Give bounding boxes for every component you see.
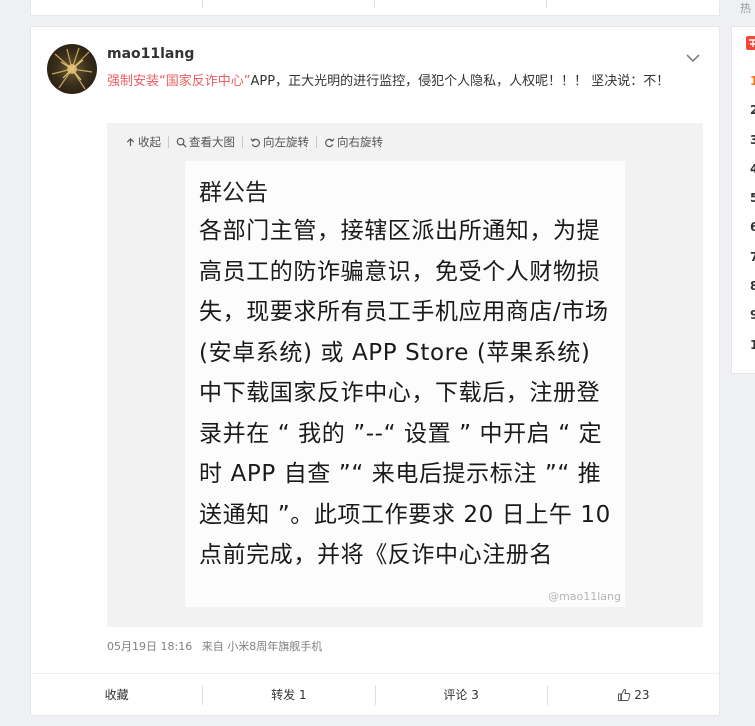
topic-link[interactable]: “国家反诈中心”	[159, 74, 250, 89]
comment-label: 评论 3	[443, 688, 479, 702]
post-meta: 05月19日 18:16 来自 小米8周年旗舰手机	[107, 638, 322, 654]
collapse-label: 收起	[138, 135, 161, 149]
hot-rank[interactable]: 4	[750, 155, 755, 184]
notice-title: 群公告	[199, 180, 268, 206]
hot-list: 1 2 3 4 5 6 7 8 9 1	[750, 67, 755, 360]
favorite-label: 收藏	[104, 688, 129, 702]
hot-list-sidebar: 1 2 3 4 5 6 7 8 9 1	[731, 26, 755, 374]
rotate-right-button[interactable]: 向右旋转	[324, 134, 383, 150]
view-large-button[interactable]: 查看大图	[176, 134, 235, 150]
post-card: mao11lang 强制安装“国家反诈中心”APP，正大光明的进行监控，侵犯个人…	[30, 26, 720, 716]
hot-rank[interactable]: 8	[750, 272, 755, 301]
hot-list-icon	[746, 35, 755, 50]
collapse-button[interactable]: 收起	[125, 134, 161, 150]
toolbar-divider	[316, 136, 317, 148]
avatar[interactable]	[47, 44, 97, 94]
rotate-left-icon	[250, 137, 260, 147]
topic-link[interactable]: 强制安装	[107, 74, 159, 89]
notice-image[interactable]: 群公告 各部门主管，接辖区派出所通知，为提高员工的防诈骗意识，免受个人财物损失，…	[185, 161, 625, 607]
hot-rank[interactable]: 5	[750, 184, 755, 213]
rotate-left-button[interactable]: 向左旋转	[250, 134, 309, 150]
view-large-label: 查看大图	[189, 135, 235, 149]
chevron-down-icon[interactable]	[685, 49, 701, 63]
media-toolbar: 收起 查看大图 向左旋转 向右旋转	[125, 133, 383, 151]
notice-body: 各部门主管，接辖区派出所通知，为提高员工的防诈骗意识，免受个人财物损失，现要求所…	[199, 218, 611, 568]
post-text-body: APP，正大光明的进行监控，侵犯个人隐私，人权呢！！！ 坚决说：不！	[250, 74, 670, 89]
comment-button[interactable]: 评论 3	[376, 684, 548, 705]
username[interactable]: mao11lang	[107, 46, 194, 62]
hot-rank[interactable]: 7	[750, 243, 755, 272]
hot-rank[interactable]: 2	[750, 96, 755, 125]
thumbs-up-icon	[618, 688, 631, 701]
like-count: 23	[634, 687, 650, 702]
watermark: @mao11lang	[548, 590, 621, 603]
repost-label: 转发 1	[271, 688, 307, 702]
source-prefix: 来自	[201, 640, 224, 653]
search-icon	[176, 137, 187, 148]
source-device[interactable]: 小米8周年旗舰手机	[227, 640, 322, 653]
favorite-button[interactable]: 收藏	[31, 684, 204, 705]
previous-card-stub	[30, 0, 720, 16]
hot-rank[interactable]: 1	[750, 67, 755, 96]
side-stub-text: 热	[740, 2, 751, 15]
hot-rank[interactable]: 3	[750, 126, 755, 155]
media-viewer: 收起 查看大图 向左旋转 向右旋转 群公告 各部门主管，接辖区派出所通知，为提高…	[107, 123, 703, 627]
like-button[interactable]: 23	[548, 685, 719, 705]
toolbar-divider	[242, 136, 243, 148]
arrow-up-icon	[126, 137, 135, 146]
hot-rank[interactable]: 1	[750, 331, 755, 360]
toolbar-divider	[168, 136, 169, 148]
hot-rank[interactable]: 6	[750, 213, 755, 242]
rotate-right-label: 向右旋转	[337, 135, 383, 149]
timestamp[interactable]: 05月19日 18:16	[107, 640, 192, 653]
hot-rank[interactable]: 9	[750, 301, 755, 330]
post-text: 强制安装“国家反诈中心”APP，正大光明的进行监控，侵犯个人隐私，人权呢！！！ …	[107, 69, 697, 94]
rotate-left-label: 向左旋转	[263, 135, 309, 149]
repost-button[interactable]: 转发 1	[203, 684, 376, 705]
rotate-right-icon	[325, 137, 335, 147]
action-bar: 收藏 转发 1 评论 3 23	[31, 673, 719, 715]
